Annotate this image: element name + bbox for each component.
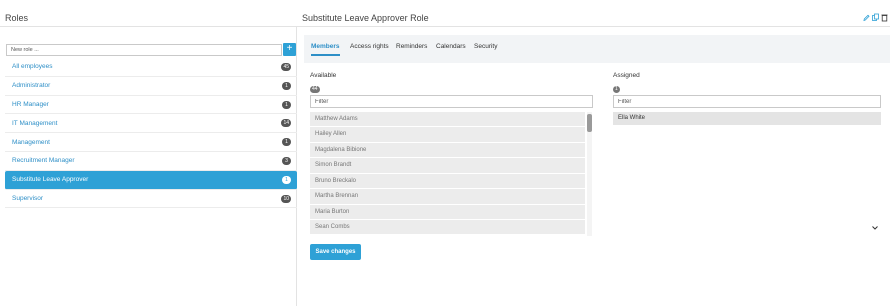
chevron-down-icon[interactable] [871,224,879,232]
role-item-it-management[interactable]: IT Management 14 [5,114,297,134]
available-label: Available [310,72,337,79]
role-item-administrator[interactable]: Administrator 1 [5,77,297,96]
copy-icon[interactable] [872,13,879,22]
available-filter-input[interactable] [310,95,593,108]
list-item[interactable]: Martha Brennan [310,189,585,204]
save-changes-button[interactable]: Save changes [310,244,361,260]
list-item[interactable]: Ella White [613,112,881,125]
edit-icon[interactable] [863,13,870,22]
list-item[interactable]: Simon Brandt [310,158,585,173]
role-label: All employees [12,63,53,71]
tab-reminders[interactable]: Reminders [396,43,427,54]
available-list: Matthew Adams Hailey Allen Magdalena Bib… [310,112,593,236]
new-role-input[interactable] [6,44,282,56]
role-count-badge: 14 [281,119,291,128]
role-item-substitute-leave-approver[interactable]: Substitute Leave Approver 1 [5,170,297,190]
role-label: Management [12,138,50,146]
role-actions [863,13,888,22]
scrollbar-thumb[interactable] [587,114,592,132]
role-count-badge: 1 [282,81,291,90]
role-count-badge: 1 [282,175,291,184]
role-label: Supervisor [12,194,44,202]
roles-panel-title: Roles [5,13,29,23]
role-item-supervisor[interactable]: Supervisor 10 [5,190,297,209]
tab-security[interactable]: Security [474,43,497,54]
role-count-badge: 10 [281,194,291,203]
role-list: All employees 45 Administrator 1 HR Mana… [5,58,297,209]
available-scrollbar[interactable] [587,112,592,236]
role-item-hr-manager[interactable]: HR Manager 1 [5,96,297,115]
role-tabs: Members Access rights Reminders Calendar… [304,35,890,63]
role-label: IT Management [12,119,58,127]
list-item[interactable]: Magdalena Bibione [310,142,585,158]
list-item[interactable]: Matthew Adams [310,112,585,127]
role-count-badge: 1 [282,100,291,109]
role-count-badge: 3 [282,156,291,165]
role-item-management[interactable]: Management 1 [5,133,297,152]
role-label: Recruitment Manager [12,157,75,165]
list-item[interactable]: Sean Combs [310,220,585,235]
role-item-all-employees[interactable]: All employees 45 [5,58,297,77]
list-item[interactable]: Maria Burton [310,204,585,219]
list-item[interactable]: Bruno Breckalo [310,173,585,189]
tab-calendars[interactable]: Calendars [436,43,466,54]
trash-icon[interactable] [881,13,888,22]
add-role-button[interactable]: + [283,43,296,56]
tab-members[interactable]: Members [311,43,340,56]
assigned-label: Assigned [613,72,640,79]
tab-access-rights[interactable]: Access rights [350,43,389,54]
roles-sidebar: + All employees 45 Administrator 1 HR Ma… [0,27,297,306]
role-label: Substitute Leave Approver [12,176,89,184]
role-item-recruitment-manager[interactable]: Recruitment Manager 3 [5,152,297,171]
assigned-count-badge: 1 [613,86,620,93]
role-count-badge: 45 [281,63,291,71]
role-count-badge: 1 [282,138,291,147]
role-label: Administrator [12,82,51,90]
available-count-badge: 44 [310,86,320,93]
role-detail-title: Substitute Leave Approver Role [302,13,429,23]
role-label: HR Manager [12,100,49,108]
list-item[interactable]: Hailey Allen [310,127,585,142]
assigned-filter-input[interactable] [613,95,881,108]
